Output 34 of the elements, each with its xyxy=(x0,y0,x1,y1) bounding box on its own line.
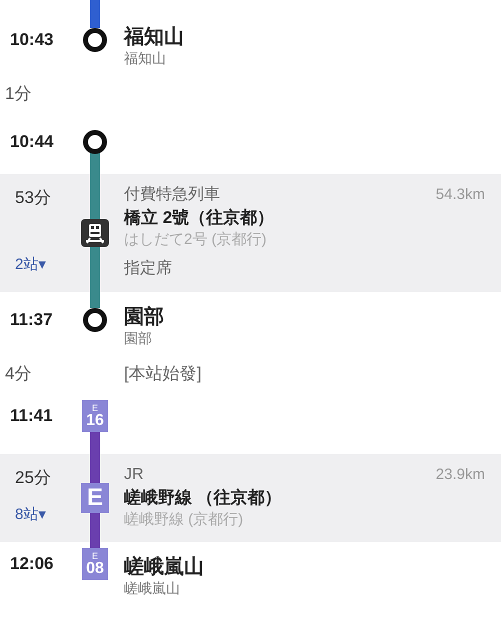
departure-note: [本站始發] xyxy=(124,364,202,382)
train-category: JR xyxy=(124,465,144,485)
departure-time: 11:37 xyxy=(10,309,54,331)
train-name: 橋立 2號（往京都） xyxy=(124,207,276,229)
departure-time: 11:41 xyxy=(10,405,54,427)
station-node-icon xyxy=(83,28,107,52)
distance: 54.3km xyxy=(436,186,485,203)
departure-time: 12:06 xyxy=(10,553,54,575)
ride-duration: 53分 xyxy=(15,187,52,209)
station-name: 嵯峨嵐山 xyxy=(124,554,205,579)
station-name: 福知山 xyxy=(124,25,185,49)
transfer-duration: 1分 xyxy=(5,84,32,102)
station-number-badge: E 08 xyxy=(82,548,108,580)
departure-time: 10:44 xyxy=(10,131,54,153)
departure-time: 10:43 xyxy=(10,29,54,51)
train-category: 付費特急列車 xyxy=(124,184,220,205)
distance: 23.9km xyxy=(436,466,485,483)
train-subname: 嵯峨野線 (京都行) xyxy=(124,510,244,530)
station-subname: 園部 xyxy=(124,329,153,347)
transfer-duration: 4分 xyxy=(5,364,32,382)
ride-duration: 25分 xyxy=(15,467,52,489)
station-node-icon xyxy=(83,308,107,332)
train-name: 嵯峨野線 （往京都） xyxy=(124,487,283,509)
line-badge: E xyxy=(81,483,109,513)
seat-type: 指定席 xyxy=(124,258,173,279)
station-subname: 福知山 xyxy=(124,49,167,67)
station-node-icon xyxy=(83,130,107,154)
station-subname: 嵯峨嵐山 xyxy=(124,579,181,597)
stops-toggle[interactable]: 8站▾ xyxy=(15,505,78,524)
station-number-badge: E 16 xyxy=(82,400,108,432)
stops-toggle[interactable]: 2站▾ xyxy=(15,255,78,274)
train-subname: はしだて2号 (京都行) xyxy=(124,230,268,250)
train-icon xyxy=(81,219,109,247)
station-name: 園部 xyxy=(124,304,165,329)
